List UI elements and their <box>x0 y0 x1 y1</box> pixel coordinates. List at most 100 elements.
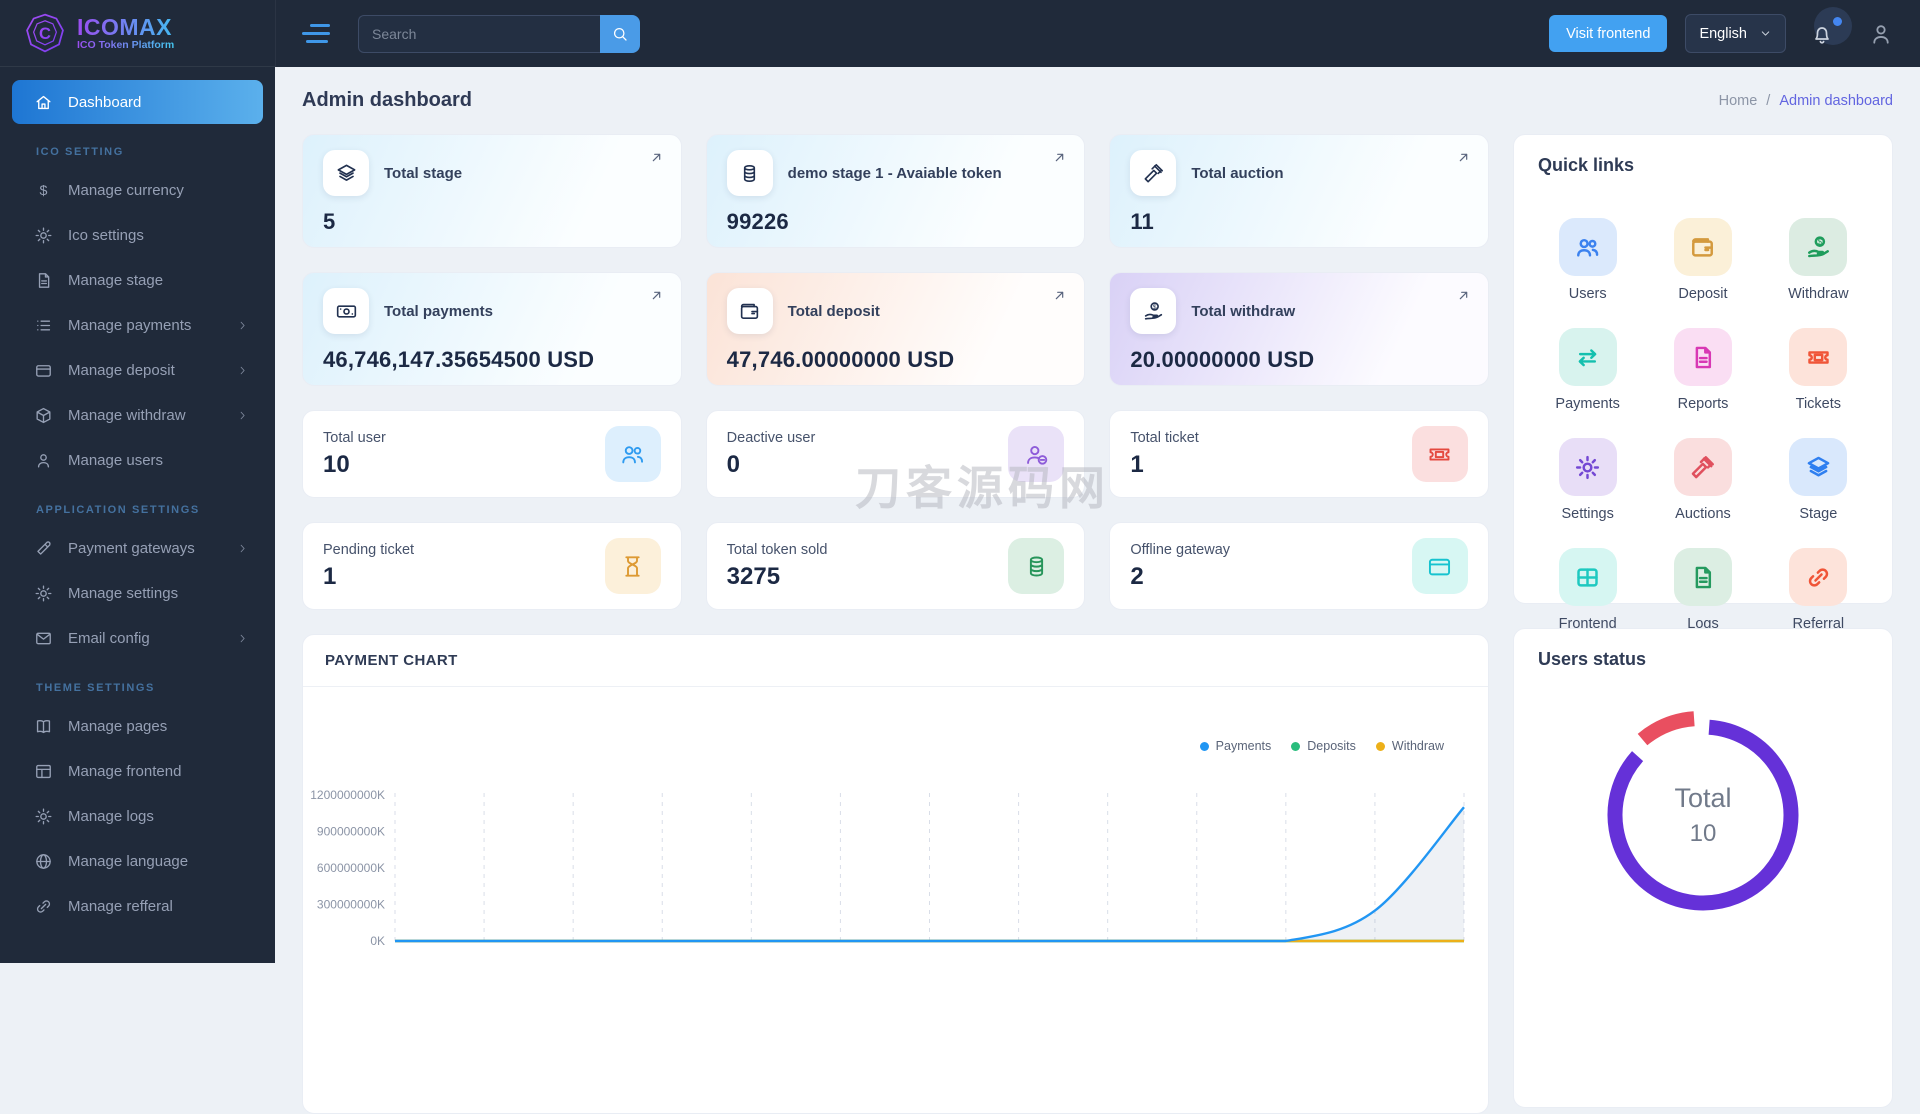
card-total-payments[interactable]: Total payments 46,746,147.35654500 USD <box>302 272 682 386</box>
user-minus-icon <box>1023 441 1050 468</box>
arrow-up-right-icon[interactable] <box>648 149 665 166</box>
quick-link-reports[interactable]: Reports <box>1673 328 1732 412</box>
search-button[interactable] <box>600 14 640 53</box>
svg-text:$: $ <box>1153 303 1157 310</box>
sidebar-item-email-config[interactable]: Email config <box>12 616 263 660</box>
card-total-stage[interactable]: Total stage 5 <box>302 134 682 248</box>
card-total-auction[interactable]: Total auction 11 <box>1109 134 1489 248</box>
card-value: 46,746,147.35654500 USD <box>323 347 595 372</box>
card-value: 3275 <box>726 562 781 590</box>
card-total-deposit[interactable]: Total deposit 47,746.00000000 USD <box>705 272 1086 386</box>
quick-link-payments[interactable]: Payments <box>1555 328 1620 412</box>
mail-icon <box>34 629 53 648</box>
card-value: 0 <box>726 450 741 478</box>
language-select[interactable]: English <box>1685 14 1786 53</box>
gear-icon <box>1574 454 1601 481</box>
breadcrumb-current: Admin dashboard <box>1779 92 1893 109</box>
sidebar-item-manage-stage[interactable]: Manage stage <box>12 258 263 302</box>
search-icon <box>611 25 629 43</box>
profile-button[interactable] <box>1868 21 1894 47</box>
payment-line-chart: 1200000000K 900000000K 600000000K 300000000… <box>310 788 1465 948</box>
legend-withdraw[interactable]: Withdraw <box>1375 739 1444 753</box>
quick-link-referral[interactable]: Referral <box>1789 548 1848 632</box>
gavel-icon <box>1142 162 1165 185</box>
card-value: 11 <box>1130 209 1154 234</box>
quick-link-settings[interactable]: Settings <box>1558 438 1617 522</box>
card-total-user[interactable]: Total user 10 <box>302 410 682 498</box>
search-input[interactable] <box>358 14 600 53</box>
cash-icon <box>335 300 358 323</box>
file-icon <box>1689 344 1716 371</box>
notifications-button[interactable] <box>1804 6 1852 57</box>
sidebar-item-ico-settings[interactable]: Ico settings <box>12 213 263 257</box>
card-available-token[interactable]: demo stage 1 - Avaiable token 99226 <box>705 134 1086 248</box>
sidebar-item-manage-logs[interactable]: Manage logs <box>12 794 263 838</box>
search-bar <box>358 14 640 53</box>
sidebar-item-manage-refferal[interactable]: Manage refferal <box>12 884 263 928</box>
quick-link-logs[interactable]: Logs <box>1673 548 1732 632</box>
quick-link-deposit[interactable]: Deposit <box>1673 218 1732 302</box>
card-label: Total auction <box>1191 164 1284 182</box>
quick-link-withdraw[interactable]: $ Withdraw <box>1788 218 1849 302</box>
users-icon <box>619 441 646 468</box>
sidebar-item-dashboard[interactable]: Dashboard <box>12 80 263 124</box>
quick-links-title: Quick links <box>1538 155 1635 175</box>
sidebar-item-manage-language[interactable]: Manage language <box>12 839 263 883</box>
card-offline-gateway[interactable]: Offline gateway 2 <box>1109 522 1489 610</box>
card-total-token-sold[interactable]: Total token sold 3275 <box>705 522 1086 610</box>
sidebar-item-manage-pages[interactable]: Manage pages <box>12 704 263 748</box>
sidebar-item-manage-deposit[interactable]: Manage deposit <box>12 348 263 392</box>
sidebar-item-label: Manage logs <box>68 807 154 825</box>
hand-dollar-icon: $ <box>1805 234 1832 261</box>
gavel-icon <box>1689 454 1716 481</box>
legend-deposits[interactable]: Deposits <box>1291 739 1356 753</box>
link-icon <box>1805 564 1832 591</box>
chevron-right-icon <box>236 364 249 377</box>
arrow-up-right-icon[interactable] <box>1051 287 1068 304</box>
sidebar-item-label: Manage currency <box>68 181 184 199</box>
sidebar-item-manage-payments[interactable]: Manage payments <box>12 303 263 347</box>
legend-payments[interactable]: Payments <box>1199 739 1271 753</box>
sidebar-item-manage-settings[interactable]: Manage settings <box>12 571 263 615</box>
ticket-icon <box>1426 441 1453 468</box>
list-icon <box>34 316 53 335</box>
arrow-up-right-icon[interactable] <box>648 287 665 304</box>
breadcrumb-home-link[interactable]: Home <box>1719 93 1758 109</box>
quick-link-stage[interactable]: Stage <box>1789 438 1848 522</box>
box-icon <box>34 406 53 425</box>
quick-link-auctions[interactable]: Auctions <box>1673 438 1732 522</box>
sidebar-item-payment-gateways[interactable]: Payment gateways <box>12 526 263 570</box>
svg-text:$: $ <box>40 182 48 198</box>
wallet-icon <box>1689 234 1716 261</box>
link-icon <box>34 897 53 916</box>
sidebar-item-manage-users[interactable]: Manage users <box>12 438 263 482</box>
hamburger-menu-icon[interactable] <box>302 24 332 43</box>
quick-link-users[interactable]: Users <box>1558 218 1617 302</box>
card-label: Deactive user <box>726 429 816 446</box>
sidebar-item-label: Email config <box>68 629 150 647</box>
sidebar-item-manage-frontend[interactable]: Manage frontend <box>12 749 263 793</box>
sidebar-item-manage-withdraw[interactable]: Manage withdraw <box>12 393 263 437</box>
wallet-icon <box>738 300 761 323</box>
arrow-up-right-icon[interactable] <box>1051 149 1068 166</box>
quick-link-tickets[interactable]: Tickets <box>1789 328 1848 412</box>
book-icon <box>34 717 53 736</box>
card-value: 2 <box>1130 562 1144 590</box>
arrow-up-right-icon[interactable] <box>1455 149 1472 166</box>
quick-link-frontend[interactable]: Frontend <box>1559 548 1617 632</box>
card-deactive-user[interactable]: Deactive user 0 <box>705 410 1086 498</box>
card-total-withdraw[interactable]: $ Total withdraw 20.00000000 USD <box>1109 272 1489 386</box>
arrow-up-right-icon[interactable] <box>1455 287 1472 304</box>
sidebar-item-manage-currency[interactable]: $ Manage currency <box>12 168 263 212</box>
card-total-ticket[interactable]: Total ticket 1 <box>1109 410 1489 498</box>
visit-frontend-button[interactable]: Visit frontend <box>1549 15 1668 52</box>
file-icon <box>1689 564 1716 591</box>
sidebar: C ICOMAX ICO Token Platform Dashboard IC… <box>0 0 275 963</box>
card-label: Total deposit <box>787 302 880 320</box>
card-pending-ticket[interactable]: Pending ticket 1 <box>302 522 682 610</box>
svg-text:0K: 0K <box>370 934 385 948</box>
svg-text:600000000K: 600000000K <box>317 861 385 875</box>
icomax-logo-icon: C <box>24 12 66 54</box>
grid-icon <box>1574 564 1601 591</box>
brand-logo[interactable]: C ICOMAX ICO Token Platform <box>0 0 275 67</box>
